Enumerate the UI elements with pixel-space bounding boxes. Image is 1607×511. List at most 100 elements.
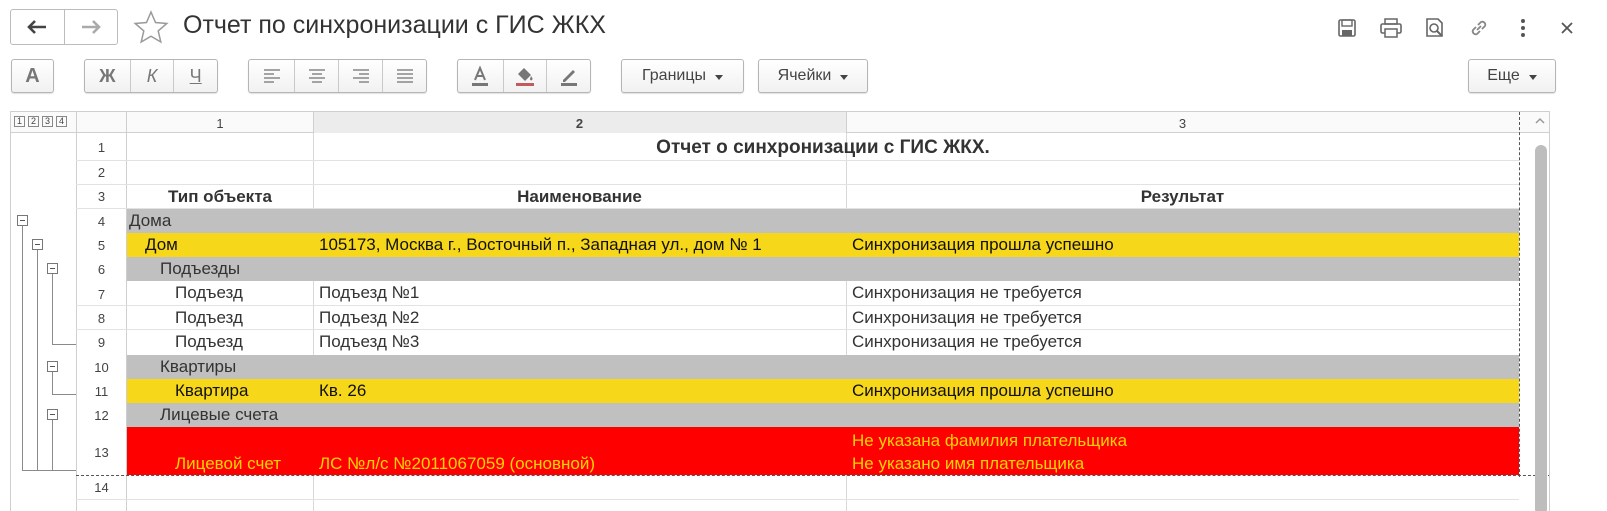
row-type-cell: Квартира (175, 381, 249, 400)
underline-button[interactable]: Ч (173, 60, 217, 92)
cells-dropdown[interactable]: Ячейки (758, 59, 868, 93)
scroll-up-button[interactable] (1534, 114, 1546, 128)
row-number[interactable]: 5 (77, 238, 126, 253)
border-color-button[interactable] (546, 60, 590, 92)
collapse-group-button[interactable] (47, 409, 58, 420)
italic-button[interactable]: К (129, 60, 174, 92)
row-name-cell: 105173, Москва г., Восточный п., Западна… (319, 235, 762, 254)
row-number[interactable]: 13 (77, 445, 126, 460)
row-number[interactable]: 3 (77, 189, 126, 204)
row-number[interactable]: 8 (77, 311, 126, 326)
font-button[interactable]: A (11, 59, 54, 93)
gridline (313, 475, 314, 511)
chevron-up-icon (1535, 117, 1545, 124)
borders-label: Границы (642, 67, 706, 84)
back-button[interactable] (11, 10, 64, 44)
row-result-cell: Синхронизация не требуется (852, 308, 1082, 327)
row-bg-12 (127, 403, 1519, 427)
row-name-cell: Кв. 26 (319, 381, 367, 400)
row-number[interactable]: 12 (77, 408, 126, 423)
row-type-cell: Лицевой счет (175, 454, 282, 473)
gridline (76, 499, 1519, 500)
row-number[interactable]: 9 (77, 335, 126, 350)
arrow-left-icon (27, 20, 47, 34)
fill-color-button[interactable] (502, 60, 547, 92)
navigation-buttons (10, 9, 118, 45)
color-group (457, 59, 591, 93)
collapse-group-button[interactable] (32, 239, 43, 250)
preview-button[interactable] (1413, 12, 1457, 44)
print-button[interactable] (1369, 12, 1413, 44)
row-bg-6 (127, 257, 1519, 281)
page-title: Отчет по синхронизации с ГИС ЖКХ (183, 11, 606, 39)
group-level-3-button[interactable]: 3 (42, 116, 53, 127)
group-tree-line (52, 344, 76, 345)
row-number[interactable]: 11 (77, 384, 126, 399)
collapse-group-button[interactable] (17, 215, 28, 226)
row-type-cell: Подъезд (175, 283, 243, 302)
row-type-cell: Подъезды (160, 259, 241, 278)
row-number[interactable]: 4 (77, 214, 126, 229)
row-number[interactable]: 1 (77, 140, 126, 155)
align-justify-button[interactable] (382, 60, 426, 92)
text-color-button[interactable] (458, 60, 503, 92)
row-number[interactable]: 10 (77, 360, 126, 375)
more-actions-button[interactable] (1501, 12, 1545, 44)
vertical-scrollbar-thumb[interactable] (1535, 145, 1547, 511)
bold-button[interactable]: Ж (85, 60, 130, 92)
row-number[interactable]: 14 (77, 480, 126, 495)
close-icon (1561, 22, 1573, 34)
row-name-cell: Подъезд №2 (319, 308, 420, 327)
italic-icon: К (146, 65, 158, 86)
print-icon (1380, 18, 1402, 38)
group-level-1-button[interactable]: 1 (14, 116, 25, 127)
group-tree-line (52, 420, 53, 470)
save-button[interactable] (1325, 12, 1369, 44)
gridline (313, 281, 314, 355)
group-tree-line (52, 274, 53, 344)
underline-icon: Ч (189, 65, 202, 86)
spreadsheet[interactable]: 1 2 3 4 1 2 3 1 2 3 4 5 6 7 8 9 10 11 12… (10, 111, 1550, 511)
row-number[interactable]: 6 (77, 262, 126, 277)
row-result-cell: Синхронизация прошла успешно (852, 381, 1114, 400)
row-type-cell: Дом (145, 235, 178, 254)
chevron-down-icon (840, 74, 849, 80)
gridline (76, 160, 1519, 161)
window-actions (1325, 12, 1589, 44)
align-center-button[interactable] (294, 60, 338, 92)
link-button[interactable] (1457, 12, 1501, 44)
column-header-1[interactable]: 1 (127, 116, 313, 131)
more-label: Еще (1487, 67, 1520, 84)
forward-button[interactable] (63, 10, 118, 44)
column-header-3[interactable]: 3 (846, 116, 1519, 131)
group-level-2-button[interactable]: 2 (28, 116, 39, 127)
close-button[interactable] (1545, 12, 1589, 44)
group-tree-line (37, 470, 76, 471)
group-tree-line (52, 372, 53, 394)
font-icon: A (25, 64, 40, 87)
align-right-button[interactable] (338, 60, 382, 92)
row-type-cell: Квартиры (160, 357, 237, 376)
borders-dropdown[interactable]: Границы (621, 59, 744, 93)
pencil-icon (560, 70, 577, 86)
gridline (846, 112, 847, 133)
row-name-cell: Подъезд №3 (319, 332, 420, 351)
fill-color-icon (515, 68, 534, 86)
more-dropdown[interactable]: Еще (1468, 59, 1556, 93)
bold-icon: Ж (99, 65, 116, 86)
header-name: Наименование (517, 187, 642, 206)
row-number[interactable]: 7 (77, 287, 126, 302)
favorite-star-button[interactable] (133, 10, 169, 49)
page-break-vertical (1519, 112, 1520, 477)
link-icon (1471, 20, 1487, 36)
collapse-group-button[interactable] (47, 361, 58, 372)
row-number[interactable]: 2 (77, 165, 126, 180)
row-type-cell: Дома (129, 211, 172, 230)
save-icon (1338, 19, 1356, 37)
collapse-group-button[interactable] (47, 263, 58, 274)
column-header-2[interactable]: 2 (313, 116, 846, 131)
row-bg-10 (127, 355, 1519, 379)
align-left-button[interactable] (249, 60, 294, 92)
group-level-4-button[interactable]: 4 (56, 116, 67, 127)
group-tree-line (37, 250, 38, 470)
